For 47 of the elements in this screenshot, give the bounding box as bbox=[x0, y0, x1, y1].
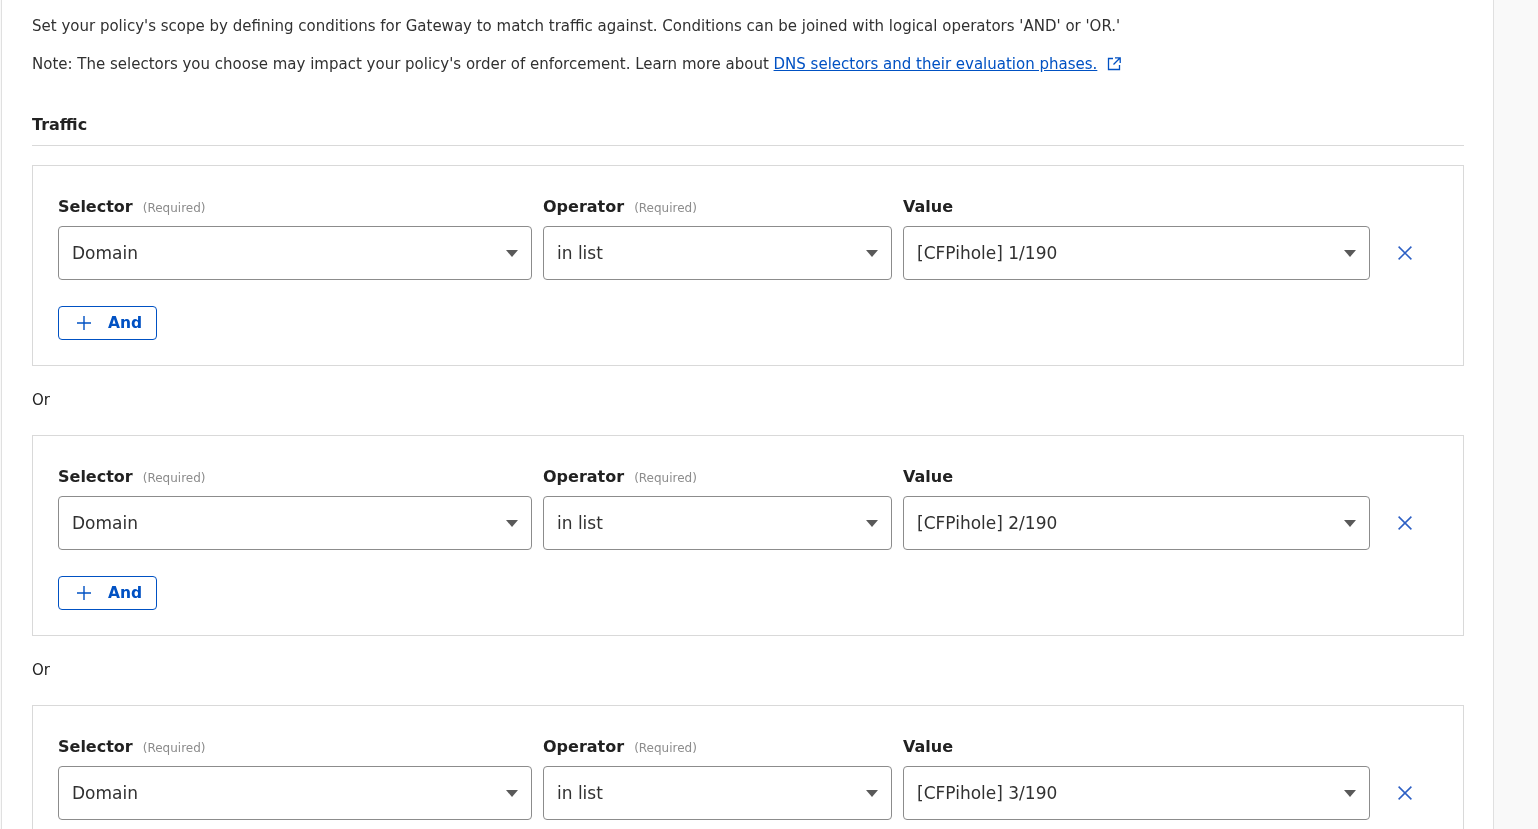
field-label: Operator bbox=[543, 466, 625, 488]
field-label: Selector bbox=[58, 736, 133, 758]
field-label: Operator bbox=[543, 196, 625, 218]
selector-dropdown[interactable]: Domain bbox=[58, 226, 532, 280]
field-label: Selector bbox=[58, 196, 133, 218]
close-icon[interactable] bbox=[1398, 246, 1412, 260]
note-text: Note: The selectors you choose may impact your policy's order of enforcement. Learn more about DNS selectors and their evaluation phases. bbox=[32, 52, 1463, 76]
and-button[interactable]: And bbox=[58, 306, 157, 340]
selector-dropdown[interactable]: Domain bbox=[58, 766, 532, 820]
plus-icon bbox=[77, 586, 91, 600]
required-hint: (Required) bbox=[142, 201, 206, 215]
caret-icon bbox=[506, 249, 518, 257]
field-label: Value bbox=[903, 466, 954, 488]
field-label: Operator bbox=[543, 736, 625, 758]
selector-dropdown[interactable]: Domain bbox=[58, 496, 532, 550]
caret-icon bbox=[506, 789, 518, 797]
or-label: Or bbox=[32, 660, 51, 680]
and-button[interactable]: And bbox=[58, 576, 157, 610]
caret-icon bbox=[1344, 519, 1356, 527]
operator-dropdown[interactable]: in list bbox=[543, 766, 892, 820]
caret-icon bbox=[866, 789, 878, 797]
caret-icon bbox=[1344, 249, 1356, 257]
close-icon[interactable] bbox=[1398, 786, 1412, 800]
required-hint: (Required) bbox=[634, 741, 697, 755]
external-link-icon bbox=[1107, 57, 1122, 71]
value-dropdown[interactable]: [CFPihole] 2/190 bbox=[903, 496, 1370, 550]
operator-dropdown[interactable]: in list bbox=[543, 226, 892, 280]
field-label: Value bbox=[903, 736, 954, 758]
caret-icon bbox=[866, 249, 878, 257]
value-dropdown[interactable]: [CFPihole] 1/190 bbox=[903, 226, 1370, 280]
or-label: Or bbox=[32, 390, 51, 410]
caret-icon bbox=[506, 519, 518, 527]
operator-dropdown[interactable]: in list bbox=[543, 496, 892, 550]
field-label: Value bbox=[903, 196, 954, 218]
section-title: Traffic bbox=[32, 114, 89, 136]
close-icon[interactable] bbox=[1398, 516, 1412, 530]
required-hint: (Required) bbox=[634, 471, 697, 485]
caret-icon bbox=[866, 519, 878, 527]
plus-icon bbox=[77, 316, 91, 330]
value-dropdown[interactable]: [CFPihole] 3/190 bbox=[903, 766, 1370, 820]
required-hint: (Required) bbox=[634, 201, 697, 215]
required-hint: (Required) bbox=[142, 471, 206, 485]
intro-text: Set your policy's scope by defining conditions for Gateway to match traffic against. Conditions can be joined with logical operators 'AND' or 'OR.' bbox=[32, 16, 1122, 37]
required-hint: (Required) bbox=[142, 741, 206, 755]
field-label: Selector bbox=[58, 466, 133, 488]
docs-link[interactable]: DNS selectors and their evaluation phases. bbox=[773, 52, 1098, 76]
caret-icon bbox=[1344, 789, 1356, 797]
